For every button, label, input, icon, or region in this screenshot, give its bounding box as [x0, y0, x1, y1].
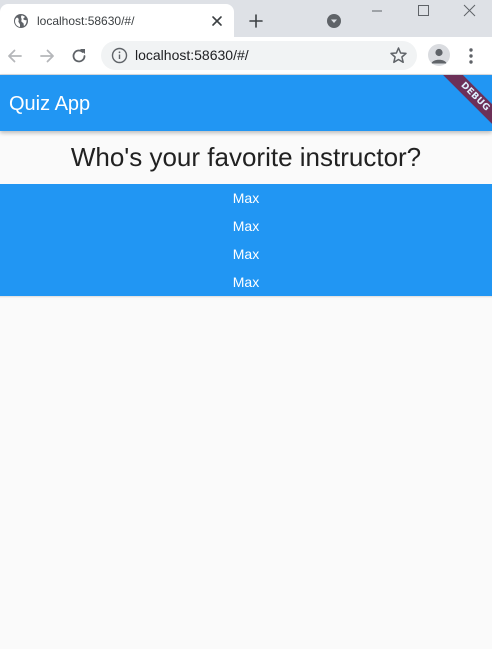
address-bar[interactable]: localhost:58630/#/ [101, 41, 417, 70]
forward-arrow-icon[interactable] [37, 46, 57, 66]
bookmark-star-icon[interactable] [389, 46, 408, 65]
answer-button[interactable]: Max [0, 268, 492, 296]
close-window-icon[interactable] [446, 0, 492, 22]
answer-button[interactable]: Max [0, 184, 492, 212]
tab-search-icon[interactable] [326, 13, 342, 29]
more-menu-icon[interactable] [462, 46, 480, 66]
globe-icon [14, 14, 28, 28]
back-arrow-icon[interactable] [5, 46, 25, 66]
address-url: localhost:58630/#/ [135, 47, 249, 63]
tab-title: localhost:58630/#/ [37, 14, 135, 28]
site-info-icon[interactable] [111, 47, 128, 64]
browser-tab[interactable]: localhost:58630/#/ [0, 4, 234, 37]
question-text: Who's your favorite instructor? [70, 142, 422, 172]
answer-list-shadow [0, 296, 492, 298]
browser-tab-strip: localhost:58630/#/ [0, 0, 492, 37]
answer-button[interactable]: Max [0, 212, 492, 240]
person-icon [431, 48, 447, 64]
reload-icon[interactable] [69, 46, 89, 66]
app-bar: Quiz App [0, 75, 492, 131]
minimize-window-icon[interactable] [354, 0, 400, 22]
new-tab-icon[interactable] [246, 11, 266, 31]
app-title: Quiz App [9, 93, 91, 115]
browser-toolbar: localhost:58630/#/ [0, 37, 492, 75]
maximize-window-icon[interactable] [400, 0, 446, 22]
answer-list: Max Max Max Max [0, 184, 492, 296]
answer-button[interactable]: Max [0, 240, 492, 268]
profile-avatar-icon[interactable] [428, 44, 450, 66]
close-tab-icon[interactable] [209, 13, 225, 29]
